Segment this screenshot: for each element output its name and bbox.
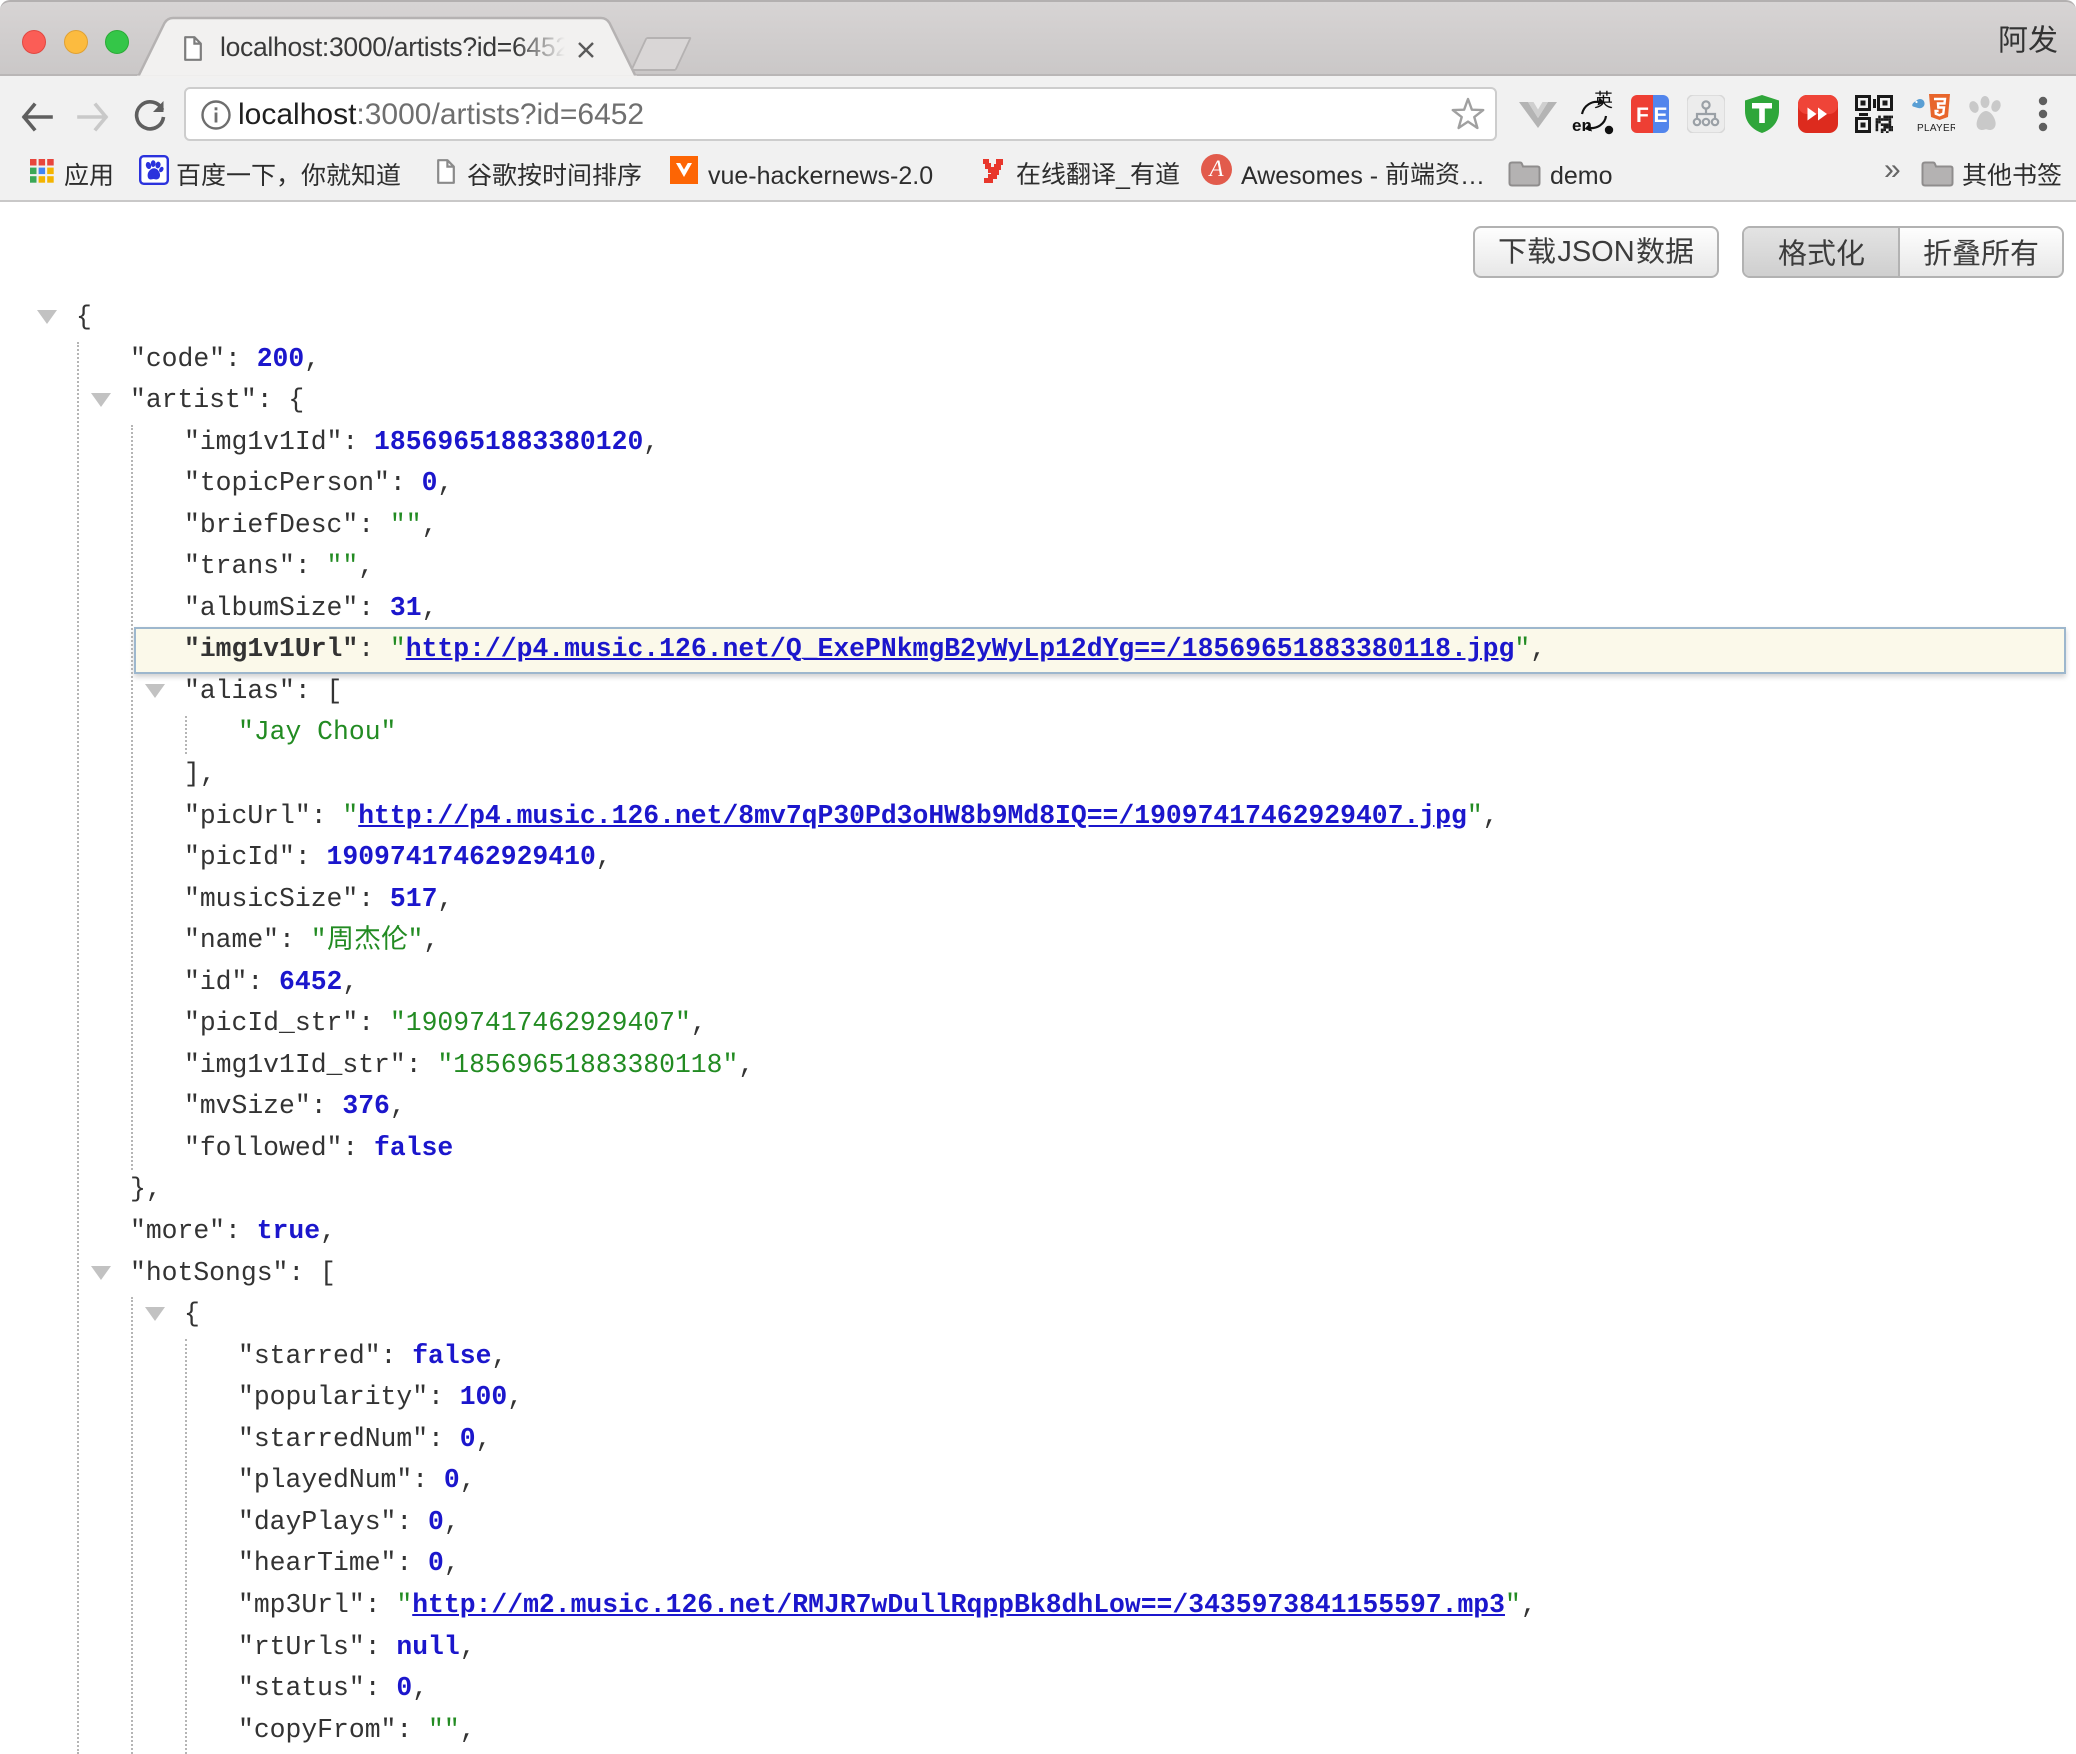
svg-text:E: E [1654,104,1668,127]
svg-text:F: F [1636,104,1649,127]
svg-text:PLAYER: PLAYER [1917,123,1955,134]
